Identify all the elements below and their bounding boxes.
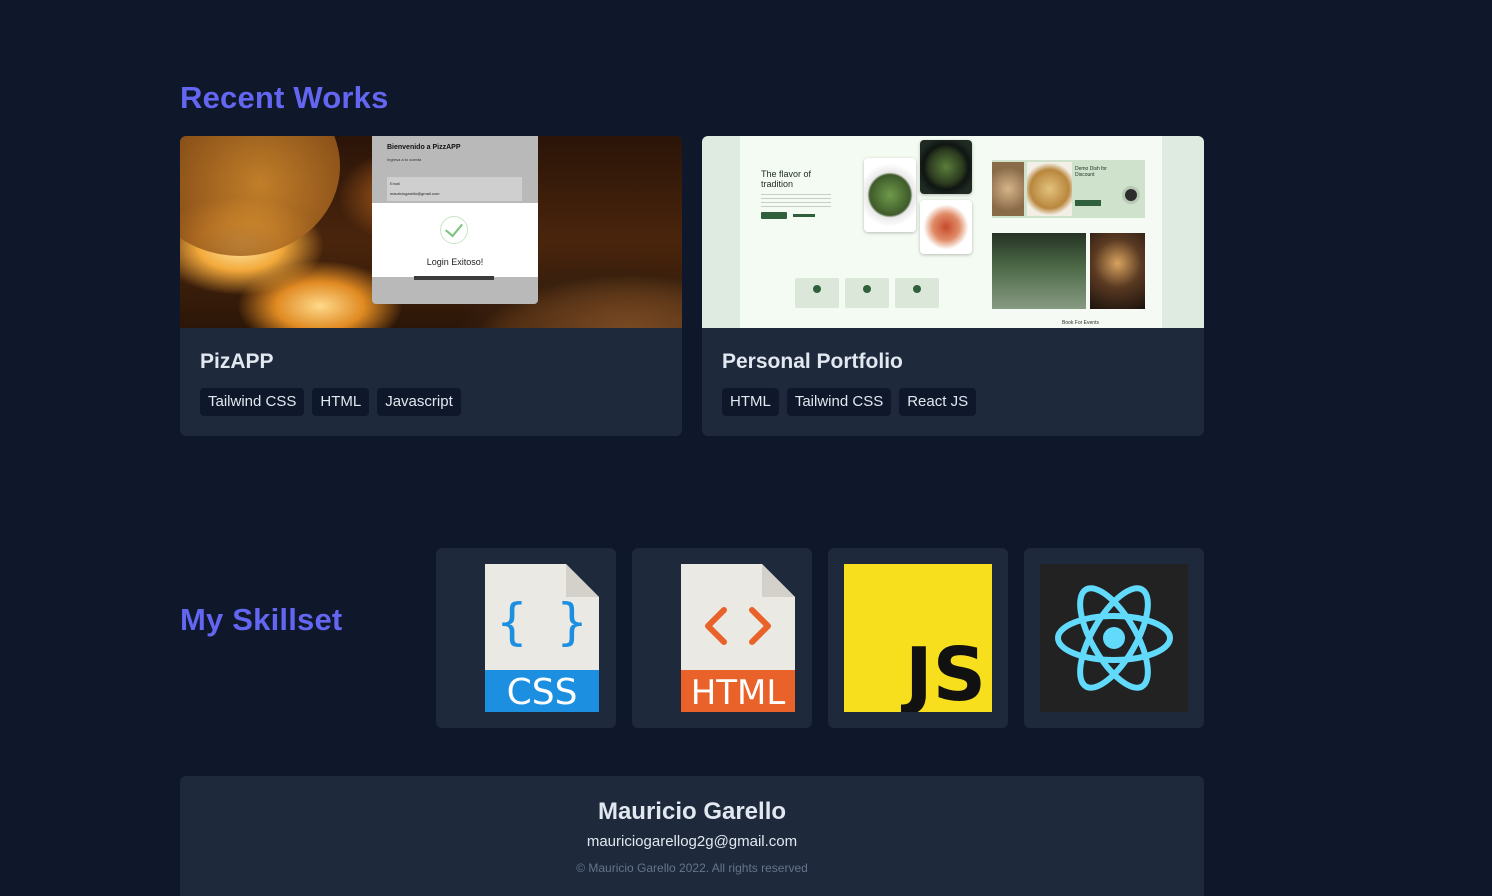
js-icon: JS [844,564,992,712]
project-card-pizapp[interactable]: Bienvenido a PizzAPP Ingresa a tu cuenta… [180,136,682,436]
promo-text: Demo Dish for Discount [1075,166,1107,178]
skill-card-html: HTML [632,548,812,728]
project-tags: HTML Tailwind CSS React JS [722,388,1184,416]
salad-dish-image [864,158,916,232]
footer-copyright: © Mauricio Garello 2022. All rights rese… [576,861,808,875]
skill-card-javascript: JS [828,548,1008,728]
portfolio-page: Recent Works Bienvenido a PizzAPP Ingres… [0,0,1492,896]
recent-works-heading: Recent Works [180,80,389,115]
svg-text:{ }: { } [497,593,587,651]
login-subheading: Ingresa a tu cuenta [387,157,422,162]
react-icon [1040,564,1188,712]
preview-hero-title: The flavor of tradition [761,169,812,189]
css-icon: CSS { } [485,564,599,712]
svg-text:JS: JS [900,632,986,712]
tech-tag: React JS [899,388,977,416]
promo-pasta-image [1027,162,1072,216]
tomato-dish-image [920,200,972,254]
preview-hero-link [793,214,815,217]
tech-tag: Tailwind CSS [200,388,305,416]
project-thumbnail-pizapp[interactable]: Bienvenido a PizzAPP Ingresa a tu cuenta… [180,136,682,328]
tech-tag: Javascript [377,388,461,416]
footer-name: Mauricio Garello [597,798,787,825]
svg-text:HTML: HTML [691,673,786,712]
login-email-field [387,177,522,201]
tech-tag: HTML [722,388,779,416]
feature-icon [913,285,921,293]
skill-card-react [1024,548,1204,728]
preview-feature-card [845,278,889,308]
green-dish-image [920,140,972,194]
login-footer-bar [414,276,494,280]
login-success-text: Login Exitoso! [426,257,484,267]
html-icon: HTML [681,564,795,712]
preview-feature-card [795,278,839,308]
project-thumbnail-portfolio[interactable]: The flavor of tradition Demo Dish for Di… [702,136,1204,328]
preview-hero-button [761,212,787,219]
skillset-heading: My Skillset [180,602,343,637]
restaurant-night-image [1090,233,1145,309]
skill-card-css: CSS { } [436,548,616,728]
promo-button [1075,200,1101,206]
project-title[interactable]: PizAPP [200,350,662,374]
login-field-label: Email [390,181,401,186]
tech-tag: HTML [312,388,370,416]
restaurant-interior-image [992,233,1086,309]
login-success-modal: Login Exitoso! [372,203,538,277]
feature-icon [813,285,821,293]
footer: Mauricio Garello mauriciogarellog2g@gmai… [180,776,1204,896]
promo-dish-image [992,162,1024,216]
project-tags: Tailwind CSS HTML Javascript [200,388,662,416]
tech-tag: Tailwind CSS [786,388,892,416]
svg-text:CSS: CSS [507,672,578,712]
preview-hero-paragraph [761,194,831,208]
login-heading: Bienvenido a PizzAPP [387,144,461,151]
project-card-personal-portfolio[interactable]: The flavor of tradition Demo Dish for Di… [702,136,1204,436]
project-title[interactable]: Personal Portfolio [722,350,1184,374]
login-field-value: mauriciogarello@gmail.com [390,191,440,196]
footer-email-link[interactable]: mauriciogarellog2g@gmail.com [180,833,1204,850]
feature-icon [863,285,871,293]
promo-badge-icon [1122,186,1140,204]
preview-feature-card [895,278,939,308]
book-events-text: Book For Events [1062,320,1099,326]
